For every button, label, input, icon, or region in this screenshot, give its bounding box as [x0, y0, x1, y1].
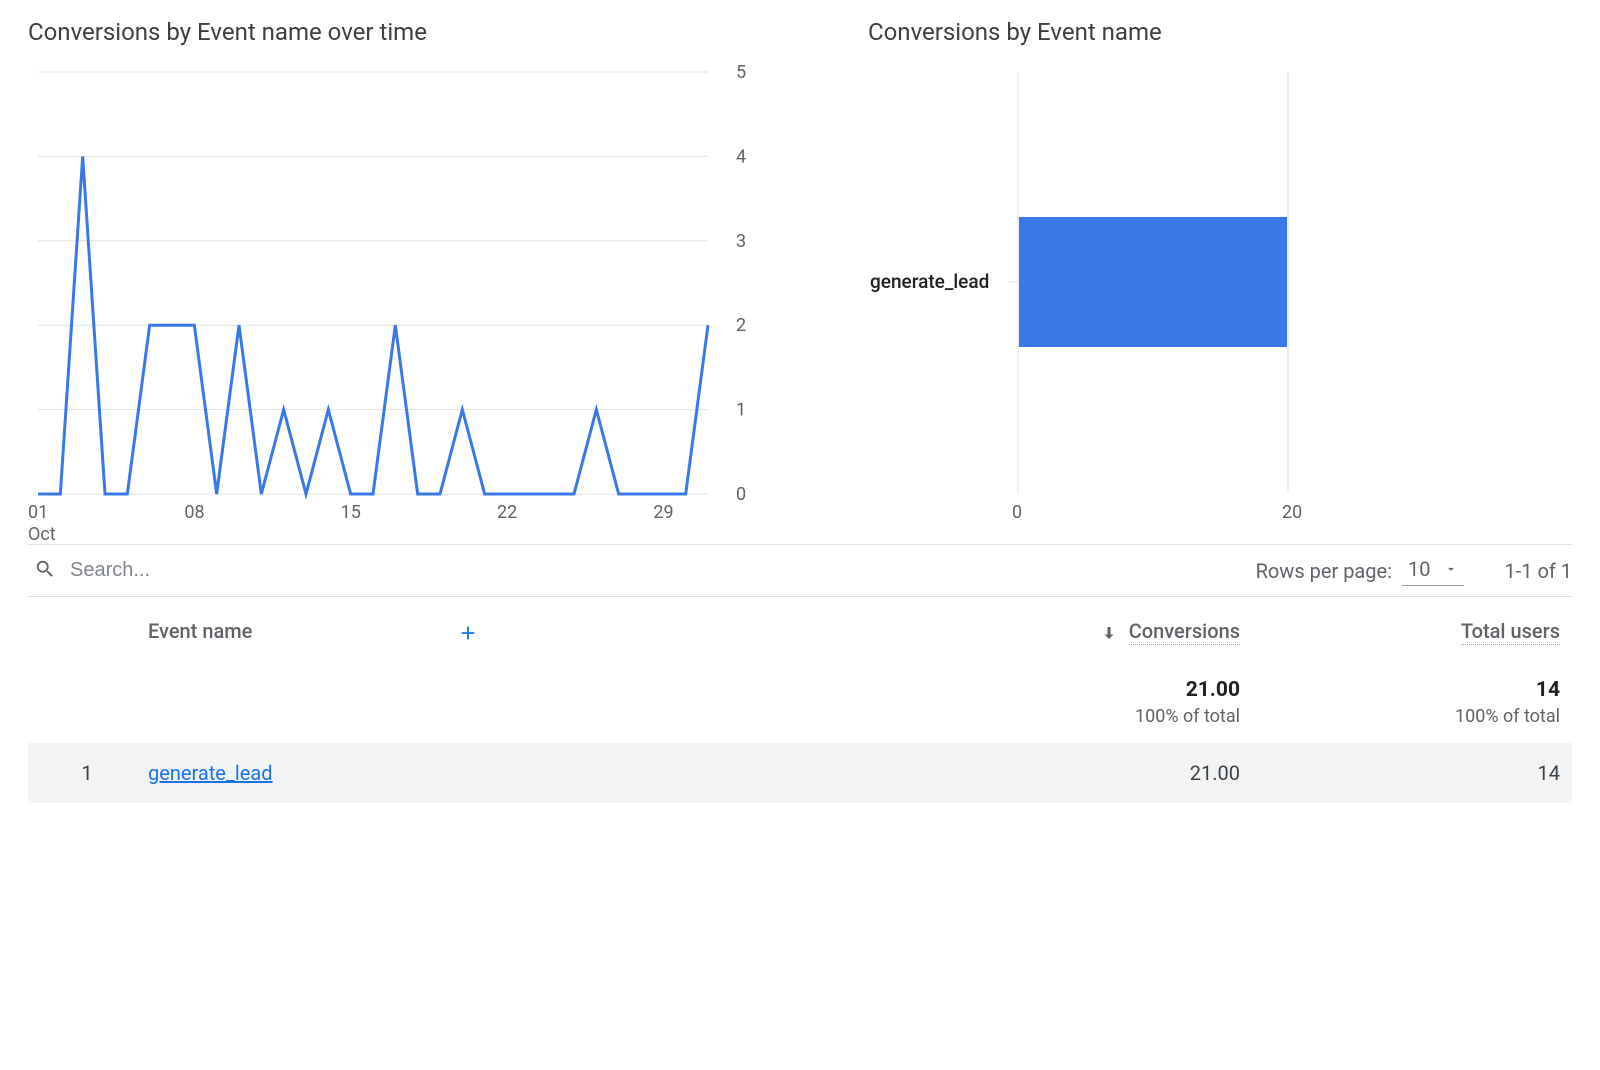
- col-header-event-name: Event name: [28, 597, 932, 662]
- svg-text:22: 22: [497, 502, 517, 523]
- line-chart-title: Conversions by Event name over time: [28, 18, 808, 46]
- svg-text:08: 08: [184, 502, 204, 523]
- rows-per-page-label: Rows per page:: [1256, 559, 1392, 583]
- search-input[interactable]: [68, 558, 1256, 583]
- summary-row: 21.00 14: [28, 662, 1572, 706]
- svg-text:generate_lead: generate_lead: [870, 270, 989, 293]
- svg-text:2: 2: [736, 315, 746, 336]
- svg-text:Oct: Oct: [28, 524, 56, 545]
- rows-per-page-select[interactable]: 10: [1402, 555, 1464, 586]
- row-event-name: generate_lead: [128, 743, 932, 803]
- summary-conversions: 21.00: [932, 662, 1252, 706]
- row-conversions: 21.00: [932, 743, 1252, 803]
- svg-text:5: 5: [736, 64, 746, 83]
- svg-text:01: 01: [28, 502, 48, 523]
- svg-text:20: 20: [1282, 502, 1302, 523]
- col-header-total-users[interactable]: Total users: [1252, 597, 1572, 662]
- event-name-link[interactable]: generate_lead: [148, 761, 273, 785]
- svg-text:0: 0: [736, 484, 746, 505]
- svg-text:0: 0: [1012, 502, 1022, 523]
- table-row: 1 generate_lead 21.00 14: [28, 743, 1572, 803]
- summary-conversions-pct: 100% of total: [932, 706, 1252, 743]
- summary-row-sub: 100% of total 100% of total: [28, 706, 1572, 743]
- pagination-range: 1-1 of 1: [1504, 559, 1572, 583]
- col-header-conversions[interactable]: Conversions: [932, 597, 1252, 662]
- sort-down-icon: [1100, 619, 1129, 643]
- bar-chart-title: Conversions by Event name: [868, 18, 1572, 46]
- svg-text:3: 3: [736, 231, 746, 252]
- svg-text:29: 29: [653, 502, 673, 523]
- chevron-down-icon: [1444, 557, 1458, 581]
- summary-total-users: 14: [1252, 662, 1572, 706]
- svg-text:15: 15: [341, 502, 361, 523]
- row-total-users: 14: [1252, 743, 1572, 803]
- svg-text:4: 4: [736, 146, 746, 167]
- svg-text:1: 1: [736, 400, 746, 421]
- rows-per-page-value: 10: [1408, 557, 1430, 581]
- add-dimension-button[interactable]: [257, 619, 479, 643]
- data-table: Event name Conversions Total users 21.00…: [28, 597, 1572, 803]
- search-icon: [28, 558, 68, 584]
- bar-chart: generate_lead 0 20: [868, 64, 1572, 524]
- summary-total-users-pct: 100% of total: [1252, 706, 1572, 743]
- row-index: 1: [28, 743, 128, 803]
- line-chart: 0123450108152229Oct: [28, 64, 808, 524]
